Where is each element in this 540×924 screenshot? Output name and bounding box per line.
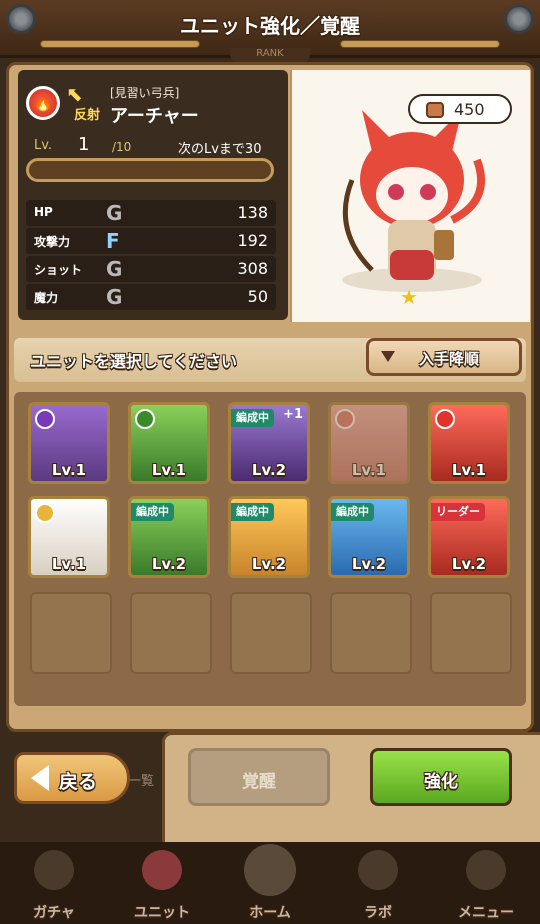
element-icon (35, 503, 55, 523)
unit-card[interactable]: 編成中 Lv.2 (328, 496, 410, 578)
sort-button[interactable]: 入手降順 (366, 338, 522, 376)
element-icon (35, 409, 55, 429)
can-icon (426, 102, 444, 118)
stat-value: 138 (237, 203, 268, 222)
crossed-swords-icon (244, 844, 296, 896)
nav-label: メニュー (458, 905, 514, 921)
back-button[interactable]: 戻る (14, 752, 130, 804)
element-icon (435, 409, 455, 429)
in-team-badge: 編成中 (331, 503, 374, 521)
unit-subtitle: [見習い弓兵] (110, 86, 180, 100)
unit-card[interactable]: 編成中 Lv.2 (228, 496, 310, 578)
lab-icon (358, 850, 398, 890)
stat-label: 魔力 (34, 291, 59, 305)
stat-rank: G (106, 201, 123, 225)
nav-unit[interactable]: ユニット (108, 842, 216, 924)
stat-value: 50 (247, 287, 268, 306)
card-level: Lv.2 (451, 555, 487, 573)
stat-label: 攻撃力 (34, 235, 71, 249)
in-team-badge: 編成中 (131, 503, 174, 521)
decor-bar (40, 40, 200, 48)
card-level: Lv.2 (251, 461, 287, 479)
unit-card[interactable]: 編成中 +1 Lv.2 (228, 402, 310, 484)
stat-label: HP (34, 205, 53, 219)
cat-icon (142, 850, 182, 890)
leader-badge: リーダー (431, 503, 485, 521)
card-level: Lv.1 (351, 461, 387, 479)
arrow-icon: ⬉ (66, 82, 83, 106)
exp-bar (26, 158, 274, 182)
empty-slot (130, 592, 212, 674)
empty-slot (230, 592, 312, 674)
stat-rank: G (106, 285, 123, 309)
level-value: 1 (78, 134, 90, 155)
enhance-label: 強化 (424, 772, 458, 792)
nav-label: ガチャ (33, 905, 75, 921)
cost-bubble: 450 (408, 94, 512, 124)
nav-menu[interactable]: メニュー (432, 842, 540, 924)
triangle-down-icon (381, 351, 395, 362)
nav-home[interactable]: ホーム (216, 842, 324, 924)
stat-label: ショット (34, 263, 83, 277)
stat-rank: G (106, 257, 123, 281)
nav-label: ユニット (134, 905, 190, 921)
card-level: Lv.2 (351, 555, 387, 573)
bottom-nav: ガチャ ユニット ホーム ラボ メニュー (0, 842, 540, 924)
level-max: /10 (112, 140, 132, 154)
svg-text:★: ★ (400, 285, 418, 309)
list-label: 一覧 (128, 774, 155, 789)
next-level-exp: 次のLvまで30 (178, 142, 262, 157)
stat-row-shot: ショット G 308 (26, 256, 276, 282)
element-icon (135, 409, 155, 429)
unit-card[interactable]: Lv.1 (328, 402, 410, 484)
back-label: 戻る (59, 771, 98, 793)
menu-icon (466, 850, 506, 890)
decor-bar (340, 40, 500, 48)
stat-rank: F (106, 229, 120, 253)
unit-name: アーチャー (110, 106, 199, 127)
stat-value: 192 (237, 231, 268, 250)
stat-row-attack: 攻撃力 F 192 (26, 228, 276, 254)
unit-card[interactable]: 編成中 Lv.2 (128, 496, 210, 578)
nav-lab[interactable]: ラボ (324, 842, 432, 924)
unit-card[interactable]: Lv.1 (128, 402, 210, 484)
empty-slot (30, 592, 112, 674)
fire-element-icon: 🔥 (26, 86, 60, 120)
unit-card[interactable]: Lv.1 (28, 496, 110, 578)
empty-slot (430, 592, 512, 674)
plus-badge: +1 (283, 407, 303, 422)
stat-row-magic: 魔力 G 50 (26, 284, 276, 310)
in-team-badge: 編成中 (231, 409, 274, 427)
awaken-label: 覚醒 (242, 772, 276, 792)
unit-card[interactable]: リーダー Lv.2 (428, 496, 510, 578)
card-level: Lv.2 (151, 555, 187, 573)
cost-value: 450 (454, 100, 485, 119)
card-level: Lv.1 (451, 461, 487, 479)
unit-card[interactable]: Lv.1 (428, 402, 510, 484)
counter-label: 反射 (74, 108, 101, 123)
nav-label: ラボ (364, 905, 392, 921)
page-title: ユニット強化／覚醒 (180, 14, 360, 38)
selection-prompt: ユニットを選択してください (30, 352, 238, 371)
card-level: Lv.2 (251, 555, 287, 573)
nav-label: ホーム (249, 905, 291, 921)
unit-card[interactable]: Lv.1 (28, 402, 110, 484)
sort-label: 入手降順 (419, 350, 480, 368)
in-team-badge: 編成中 (231, 503, 274, 521)
gacha-icon (34, 850, 74, 890)
nav-gacha[interactable]: ガチャ (0, 842, 108, 924)
card-level: Lv.1 (51, 555, 87, 573)
enhance-button[interactable]: 強化 (370, 748, 512, 806)
stat-row-hp: HP G 138 (26, 200, 276, 226)
stat-value: 308 (237, 259, 268, 278)
element-icon (335, 409, 355, 429)
awaken-button[interactable]: 覚醒 (188, 748, 330, 806)
card-level: Lv.1 (151, 461, 187, 479)
level-label: Lv. (34, 138, 53, 153)
card-level: Lv.1 (51, 461, 87, 479)
back-arrow-icon (31, 765, 49, 791)
empty-slot (330, 592, 412, 674)
